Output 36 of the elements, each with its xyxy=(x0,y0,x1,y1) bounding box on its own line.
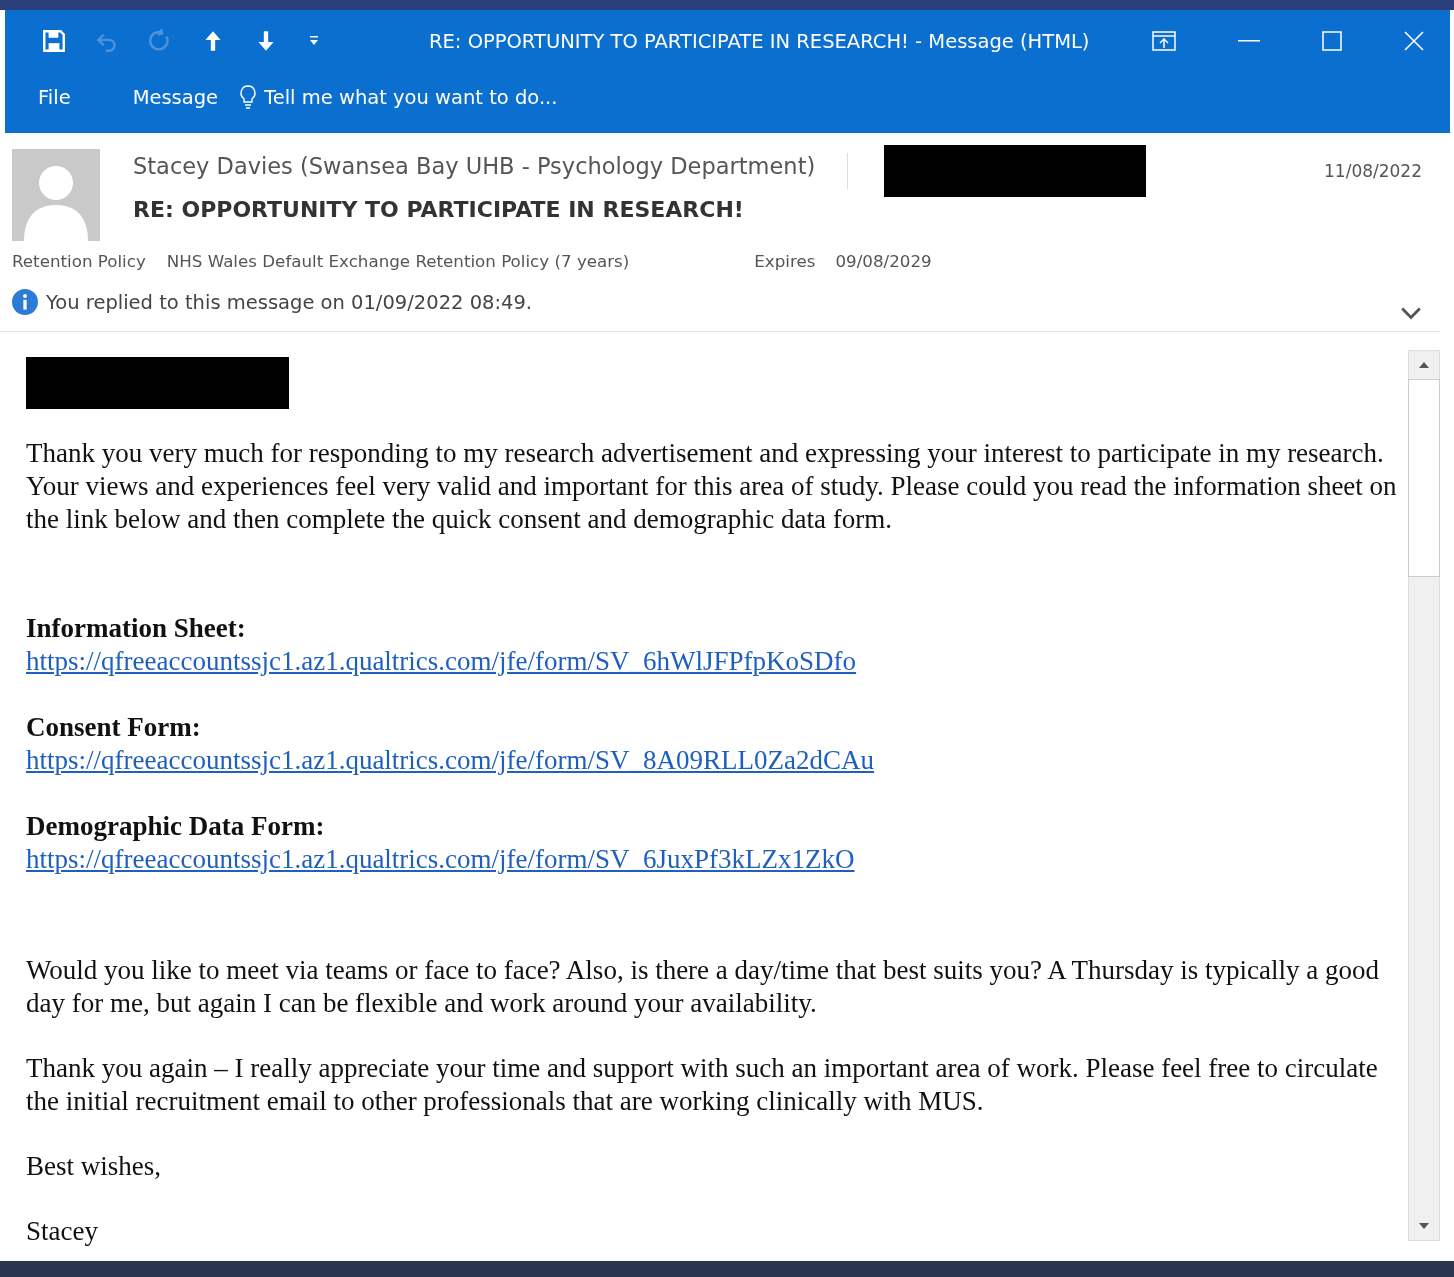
form-link[interactable]: https://qfreeaccountssjc1.az1.qualtrics.com/jfe/form/SV_6JuxPf3kLZx1ZkO xyxy=(26,844,855,874)
body-paragraph: Stacey xyxy=(26,1215,99,1248)
scroll-up-icon[interactable] xyxy=(1418,361,1430,369)
link-label: Consent Form: xyxy=(26,711,202,744)
info-icon xyxy=(12,289,38,315)
reply-info: You replied to this message on 01/09/2022 08:49. xyxy=(46,290,533,314)
body-paragraph: Thank you very much for responding to my research advertisement and expressing your interest to participate in my research. Your views and experiences feel very valid and important for this area of study. Please could you read the information sheet on the link below and then complete the quick consent and demographic data form. xyxy=(26,437,1398,536)
ribbon-tab[interactable]: File xyxy=(38,85,71,109)
retention-policy: NHS Wales Default Exchange Retention Policy (7 years) xyxy=(166,251,630,271)
avatar-icon xyxy=(12,149,100,241)
form-link[interactable]: https://qfreeaccountssjc1.az1.qualtrics.com/jfe/form/SV_6hWlJFPfpKoSDfo xyxy=(26,646,857,676)
expires-label: Expires xyxy=(754,251,816,271)
scrollbar[interactable] xyxy=(1408,350,1440,1241)
message-subject: RE: OPPORTUNITY TO PARTICIPATE IN RESEARCH! xyxy=(133,197,745,222)
link-label: Information Sheet: xyxy=(26,612,247,645)
scroll-thumb[interactable] xyxy=(1408,379,1440,577)
maximize-icon[interactable] xyxy=(1322,31,1342,51)
ribbon-display-icon[interactable] xyxy=(1152,31,1176,51)
tell-me-field[interactable]: Tell me what you want to do... xyxy=(264,85,685,109)
customize-icon[interactable] xyxy=(308,35,320,47)
window-title: RE: OPPORTUNITY TO PARTICIPATE IN RESEARCH! - Message (HTML) xyxy=(428,29,1091,53)
link-label: Demographic Data Form: xyxy=(26,810,326,843)
expires-date: 09/08/2029 xyxy=(835,251,932,271)
ribbon-tab[interactable]: Message xyxy=(132,85,219,109)
message-date: 11/08/2022 xyxy=(1324,161,1422,181)
body-paragraph: Would you like to meet via teams or face to face? Also, is there a day/time that best suits you? A Thursday is typically a good day for me, but again I can be flexible and work around your availability. xyxy=(26,954,1380,1020)
body-paragraph: Best wishes, xyxy=(26,1150,162,1183)
sender-name: Stacey Davies (Swansea Bay UHB - Psychology Department) xyxy=(133,153,816,179)
chevron-down-icon[interactable] xyxy=(1400,306,1422,320)
save-icon[interactable] xyxy=(41,28,67,54)
scroll-down-icon[interactable] xyxy=(1418,1222,1430,1230)
form-link[interactable]: https://qfreeaccountssjc1.az1.qualtrics.com/jfe/form/SV_8A09RLL0Za2dCAu xyxy=(26,745,875,775)
body-paragraph: Thank you again – I really appreciate your time and support with such an important area of work. Please feel free to circulate the initial recruitment email to other professionals that are working clinically with MUS. xyxy=(26,1052,1379,1118)
close-icon[interactable] xyxy=(1404,31,1424,51)
retention-label: Retention Policy xyxy=(12,251,146,271)
lightbulb-icon xyxy=(240,85,257,109)
